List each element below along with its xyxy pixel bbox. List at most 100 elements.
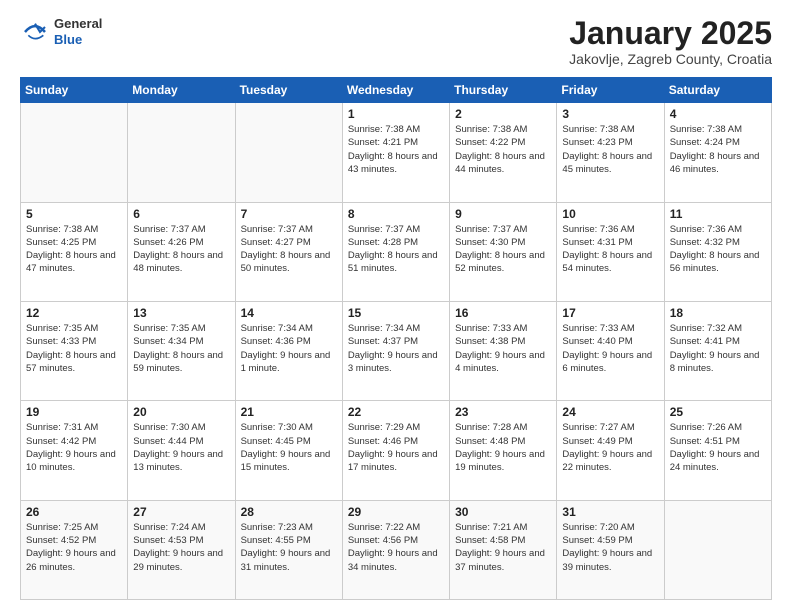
calendar-cell: 5 Sunrise: 7:38 AM Sunset: 4:25 PM Daylig… xyxy=(21,202,128,301)
day-info: Sunrise: 7:35 AM Sunset: 4:33 PM Dayligh… xyxy=(26,322,122,375)
day-number: 2 xyxy=(455,107,551,121)
calendar-cell: 1Sunrise: 7:38 AM Sunset: 4:21 PM Daylig… xyxy=(342,103,449,202)
day-info: Sunrise: 7:37 AM Sunset: 4:28 PM Dayligh… xyxy=(348,223,444,276)
calendar-week-row: 5 Sunrise: 7:38 AM Sunset: 4:25 PM Daylig… xyxy=(21,202,772,301)
calendar-cell: 22 Sunrise: 7:29 AM Sunset: 4:46 PM Dayli… xyxy=(342,401,449,500)
weekday-thursday: Thursday xyxy=(450,78,557,103)
day-info: Sunrise: 7:38 AM Sunset: 4:24 PM Dayligh… xyxy=(670,123,766,176)
calendar-cell: 6 Sunrise: 7:37 AM Sunset: 4:26 PM Daylig… xyxy=(128,202,235,301)
logo: General Blue xyxy=(20,16,102,47)
day-number: 5 xyxy=(26,207,122,221)
calendar-cell: 26 Sunrise: 7:25 AM Sunset: 4:52 PM Dayli… xyxy=(21,500,128,599)
calendar-week-row: 1Sunrise: 7:38 AM Sunset: 4:21 PM Daylig… xyxy=(21,103,772,202)
day-number: 26 xyxy=(26,505,122,519)
day-number: 19 xyxy=(26,405,122,419)
logo-blue-text: Blue xyxy=(54,32,102,48)
day-info: Sunrise: 7:21 AM Sunset: 4:58 PM Dayligh… xyxy=(455,521,551,574)
weekday-tuesday: Tuesday xyxy=(235,78,342,103)
day-number: 12 xyxy=(26,306,122,320)
calendar-cell: 9Sunrise: 7:37 AM Sunset: 4:30 PM Daylig… xyxy=(450,202,557,301)
day-info: Sunrise: 7:38 AM Sunset: 4:23 PM Dayligh… xyxy=(562,123,658,176)
calendar-cell: 11Sunrise: 7:36 AM Sunset: 4:32 PM Dayli… xyxy=(664,202,771,301)
day-number: 23 xyxy=(455,405,551,419)
weekday-sunday: Sunday xyxy=(21,78,128,103)
calendar-cell: 3 Sunrise: 7:38 AM Sunset: 4:23 PM Daylig… xyxy=(557,103,664,202)
day-info: Sunrise: 7:29 AM Sunset: 4:46 PM Dayligh… xyxy=(348,421,444,474)
day-info: Sunrise: 7:37 AM Sunset: 4:27 PM Dayligh… xyxy=(241,223,337,276)
day-number: 11 xyxy=(670,207,766,221)
day-number: 28 xyxy=(241,505,337,519)
calendar-cell: 23 Sunrise: 7:28 AM Sunset: 4:48 PM Dayli… xyxy=(450,401,557,500)
calendar-week-row: 19 Sunrise: 7:31 AM Sunset: 4:42 PM Dayli… xyxy=(21,401,772,500)
day-info: Sunrise: 7:30 AM Sunset: 4:44 PM Dayligh… xyxy=(133,421,229,474)
day-info: Sunrise: 7:32 AM Sunset: 4:41 PM Dayligh… xyxy=(670,322,766,375)
day-info: Sunrise: 7:26 AM Sunset: 4:51 PM Dayligh… xyxy=(670,421,766,474)
day-number: 3 xyxy=(562,107,658,121)
calendar-cell: 16 Sunrise: 7:33 AM Sunset: 4:38 PM Dayli… xyxy=(450,301,557,400)
day-info: Sunrise: 7:23 AM Sunset: 4:55 PM Dayligh… xyxy=(241,521,337,574)
page: General Blue January 2025 Jakovlje, Zagr… xyxy=(0,0,792,612)
day-number: 30 xyxy=(455,505,551,519)
calendar-table: Sunday Monday Tuesday Wednesday Thursday… xyxy=(20,77,772,600)
day-info: Sunrise: 7:28 AM Sunset: 4:48 PM Dayligh… xyxy=(455,421,551,474)
title-block: January 2025 Jakovlje, Zagreb County, Cr… xyxy=(569,16,772,67)
calendar-cell xyxy=(664,500,771,599)
day-info: Sunrise: 7:34 AM Sunset: 4:36 PM Dayligh… xyxy=(241,322,337,375)
weekday-saturday: Saturday xyxy=(664,78,771,103)
day-number: 31 xyxy=(562,505,658,519)
calendar-cell: 13 Sunrise: 7:35 AM Sunset: 4:34 PM Dayli… xyxy=(128,301,235,400)
calendar-cell: 27Sunrise: 7:24 AM Sunset: 4:53 PM Dayli… xyxy=(128,500,235,599)
calendar-cell xyxy=(128,103,235,202)
calendar-cell: 28 Sunrise: 7:23 AM Sunset: 4:55 PM Dayli… xyxy=(235,500,342,599)
calendar-week-row: 26 Sunrise: 7:25 AM Sunset: 4:52 PM Dayli… xyxy=(21,500,772,599)
location: Jakovlje, Zagreb County, Croatia xyxy=(569,51,772,67)
calendar-cell: 12 Sunrise: 7:35 AM Sunset: 4:33 PM Dayli… xyxy=(21,301,128,400)
logo-text: General Blue xyxy=(54,16,102,47)
day-info: Sunrise: 7:38 AM Sunset: 4:21 PM Dayligh… xyxy=(348,123,444,176)
day-info: Sunrise: 7:38 AM Sunset: 4:22 PM Dayligh… xyxy=(455,123,551,176)
month-title: January 2025 xyxy=(569,16,772,51)
day-number: 20 xyxy=(133,405,229,419)
day-number: 16 xyxy=(455,306,551,320)
day-info: Sunrise: 7:36 AM Sunset: 4:31 PM Dayligh… xyxy=(562,223,658,276)
weekday-friday: Friday xyxy=(557,78,664,103)
day-number: 6 xyxy=(133,207,229,221)
day-number: 25 xyxy=(670,405,766,419)
day-number: 13 xyxy=(133,306,229,320)
day-number: 21 xyxy=(241,405,337,419)
day-number: 27 xyxy=(133,505,229,519)
day-number: 22 xyxy=(348,405,444,419)
weekday-monday: Monday xyxy=(128,78,235,103)
calendar-cell: 29Sunrise: 7:22 AM Sunset: 4:56 PM Dayli… xyxy=(342,500,449,599)
calendar-cell: 19 Sunrise: 7:31 AM Sunset: 4:42 PM Dayli… xyxy=(21,401,128,500)
calendar-cell: 20 Sunrise: 7:30 AM Sunset: 4:44 PM Dayli… xyxy=(128,401,235,500)
calendar-cell: 7 Sunrise: 7:37 AM Sunset: 4:27 PM Daylig… xyxy=(235,202,342,301)
logo-general-text: General xyxy=(54,16,102,32)
day-info: Sunrise: 7:30 AM Sunset: 4:45 PM Dayligh… xyxy=(241,421,337,474)
day-info: Sunrise: 7:38 AM Sunset: 4:25 PM Dayligh… xyxy=(26,223,122,276)
day-info: Sunrise: 7:35 AM Sunset: 4:34 PM Dayligh… xyxy=(133,322,229,375)
day-info: Sunrise: 7:27 AM Sunset: 4:49 PM Dayligh… xyxy=(562,421,658,474)
weekday-header-row: Sunday Monday Tuesday Wednesday Thursday… xyxy=(21,78,772,103)
day-number: 14 xyxy=(241,306,337,320)
calendar-cell: 25 Sunrise: 7:26 AM Sunset: 4:51 PM Dayli… xyxy=(664,401,771,500)
calendar-cell: 14 Sunrise: 7:34 AM Sunset: 4:36 PM Dayli… xyxy=(235,301,342,400)
day-number: 4 xyxy=(670,107,766,121)
calendar-cell: 24Sunrise: 7:27 AM Sunset: 4:49 PM Dayli… xyxy=(557,401,664,500)
day-info: Sunrise: 7:25 AM Sunset: 4:52 PM Dayligh… xyxy=(26,521,122,574)
day-info: Sunrise: 7:31 AM Sunset: 4:42 PM Dayligh… xyxy=(26,421,122,474)
calendar-cell: 30 Sunrise: 7:21 AM Sunset: 4:58 PM Dayli… xyxy=(450,500,557,599)
day-number: 7 xyxy=(241,207,337,221)
day-info: Sunrise: 7:22 AM Sunset: 4:56 PM Dayligh… xyxy=(348,521,444,574)
day-info: Sunrise: 7:33 AM Sunset: 4:38 PM Dayligh… xyxy=(455,322,551,375)
calendar-cell: 31Sunrise: 7:20 AM Sunset: 4:59 PM Dayli… xyxy=(557,500,664,599)
day-info: Sunrise: 7:37 AM Sunset: 4:26 PM Dayligh… xyxy=(133,223,229,276)
day-number: 15 xyxy=(348,306,444,320)
calendar-cell: 18Sunrise: 7:32 AM Sunset: 4:41 PM Dayli… xyxy=(664,301,771,400)
day-number: 9 xyxy=(455,207,551,221)
header: General Blue January 2025 Jakovlje, Zagr… xyxy=(20,16,772,67)
calendar-cell xyxy=(21,103,128,202)
calendar-cell: 15Sunrise: 7:34 AM Sunset: 4:37 PM Dayli… xyxy=(342,301,449,400)
calendar-cell: 8Sunrise: 7:37 AM Sunset: 4:28 PM Daylig… xyxy=(342,202,449,301)
calendar-cell: 21 Sunrise: 7:30 AM Sunset: 4:45 PM Dayli… xyxy=(235,401,342,500)
